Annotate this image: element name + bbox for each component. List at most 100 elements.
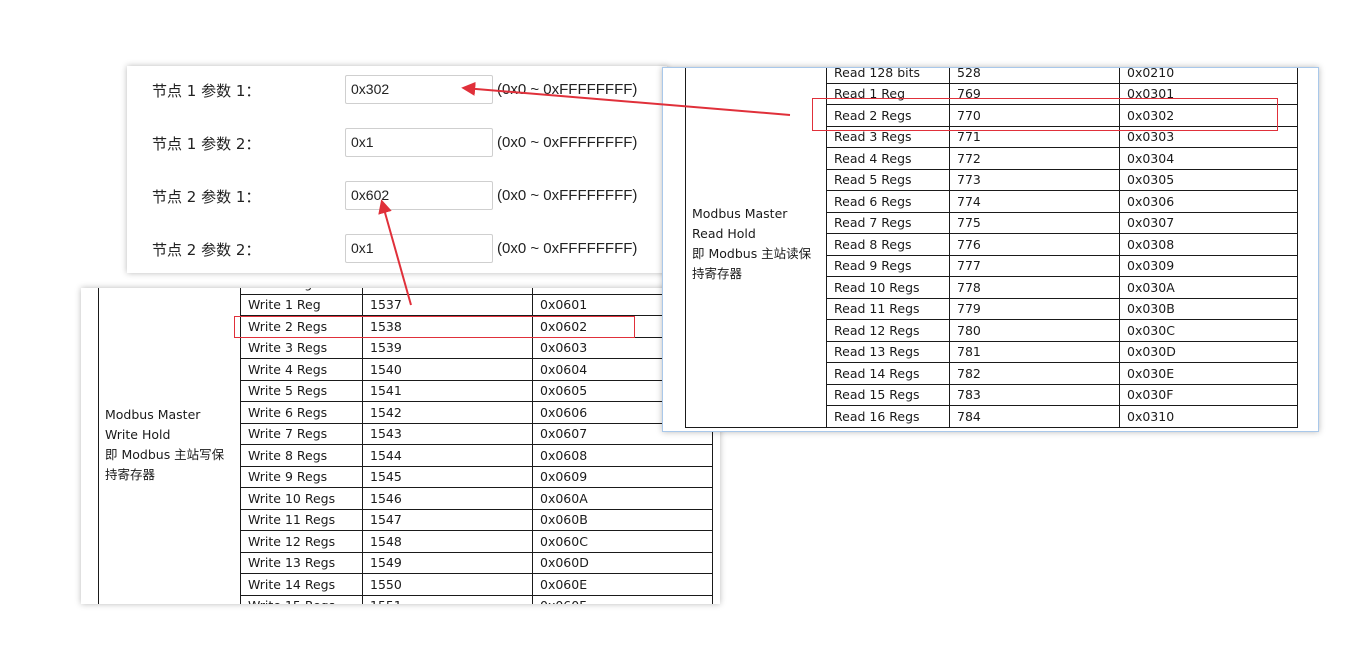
param-range: (0x0 ~ 0xFFFFFFFF) (497, 240, 638, 257)
register-decimal-cell: 773 (949, 168, 1120, 191)
parameter-form: 节点 1 参数 1： 0x302 (0x0 ~ 0xFFFFFFFF) 节点 1… (127, 66, 667, 273)
register-hex-cell: 0x060A (532, 487, 713, 510)
register-decimal-cell: 1537 (362, 293, 533, 316)
register-hex-cell: 0x0304 (1119, 147, 1298, 170)
register-decimal-cell: 777 (949, 254, 1120, 277)
register-name-cell: Read 4 Regs (826, 147, 950, 170)
register-hex-cell: 0x060E (532, 573, 713, 596)
register-name-cell: Read 16 Regs (826, 405, 950, 428)
register-decimal-cell: 770 (949, 104, 1120, 127)
register-hex-cell: 0x030B (1119, 297, 1298, 320)
register-hex-cell: 0x030F (1119, 383, 1298, 406)
register-decimal-cell: 780 (949, 319, 1120, 342)
register-name-cell: Read 9 Regs (826, 254, 950, 277)
register-decimal-cell: 1550 (362, 573, 533, 596)
register-name-cell: Write 14 Regs (240, 573, 363, 596)
register-hex-cell: 0x030D (1119, 340, 1298, 363)
register-name-cell: Write 8 Regs (240, 444, 363, 467)
param-label: 节点 1 参数 1： (152, 82, 261, 100)
register-decimal-cell: 774 (949, 190, 1120, 213)
register-decimal-cell: 1548 (362, 530, 533, 553)
register-hex-cell: 0x0310 (1119, 405, 1298, 428)
register-name-cell: Write 3 Regs (240, 336, 363, 359)
register-decimal-cell: 776 (949, 233, 1120, 256)
register-hex-cell: 0x0306 (1119, 190, 1298, 213)
register-name-cell: Read 14 Regs (826, 362, 950, 385)
register-decimal-cell: 771 (949, 125, 1120, 148)
register-decimal-cell: 783 (949, 383, 1120, 406)
register-decimal-cell: 781 (949, 340, 1120, 363)
register-decimal-cell: 1543 (362, 422, 533, 445)
register-name-cell: Read 1 Reg (826, 82, 950, 105)
register-name-cell: Read 5 Regs (826, 168, 950, 191)
register-name-cell: Write 9 Regs (240, 465, 363, 488)
register-decimal-cell: 528 (949, 68, 1120, 84)
register-name-cell: Write 11 Regs (240, 508, 363, 531)
register-decimal-cell: 779 (949, 297, 1120, 320)
register-decimal-cell: 1542 (362, 401, 533, 424)
register-name-cell: Read 10 Regs (826, 276, 950, 299)
register-decimal-cell: 775 (949, 211, 1120, 234)
register-name-cell: Write 15 Regs (240, 594, 363, 604)
register-hex-cell: 0x0303 (1119, 125, 1298, 148)
register-hex-cell: 0x0307 (1119, 211, 1298, 234)
register-decimal-cell: 1540 (362, 358, 533, 381)
register-hex-cell: 0x0301 (1119, 82, 1298, 105)
register-decimal-cell: 782 (949, 362, 1120, 385)
register-hex-cell: 0x0609 (532, 465, 713, 488)
param-label: 节点 1 参数 2： (152, 135, 261, 153)
register-name-cell: Write 12 Regs (240, 530, 363, 553)
register-decimal-cell: 1545 (362, 465, 533, 488)
register-hex-cell: 0x0608 (532, 444, 713, 467)
param-input-node2-param1[interactable]: 0x602 (345, 181, 493, 210)
register-hex-cell: 0x060C (532, 530, 713, 553)
param-input-node1-param2[interactable]: 0x1 (345, 128, 493, 157)
register-name-cell: Read 6 Regs (826, 190, 950, 213)
param-row-node1-param1: 节点 1 参数 1： 0x302 (0x0 ~ 0xFFFFFFFF) (127, 74, 667, 106)
param-range: (0x0 ~ 0xFFFFFFFF) (497, 81, 638, 98)
register-hex-cell: 0x030C (1119, 319, 1298, 342)
register-name-cell: Read 8 Regs (826, 233, 950, 256)
register-decimal-cell: 1551 (362, 594, 533, 604)
register-hex-cell: 0x0302 (1119, 104, 1298, 127)
register-decimal-cell: 1538 (362, 315, 533, 338)
register-decimal-cell: 772 (949, 147, 1120, 170)
register-name-cell: Read 3 Regs (826, 125, 950, 148)
register-name-cell: Write 5 Regs (240, 379, 363, 402)
register-hex-cell: 0x060D (532, 551, 713, 574)
register-decimal-cell: 769 (949, 82, 1120, 105)
register-decimal-cell: 1544 (362, 444, 533, 467)
register-name-cell: Write 1 Reg (240, 293, 363, 316)
register-name-cell: Write 13 Regs (240, 551, 363, 574)
read-hold-table: Modbus Master Read Hold 即 Modbus 主站读保持寄存… (685, 68, 1298, 428)
register-hex-cell: 0x030E (1119, 362, 1298, 385)
write-hold-table: Modbus Master Write Hold 即 Modbus 主站写保持寄… (98, 288, 713, 604)
register-name-cell: Read 11 Regs (826, 297, 950, 320)
register-hex-cell: 0x0308 (1119, 233, 1298, 256)
register-name-cell: Read 13 Regs (826, 340, 950, 363)
param-row-node2-param2: 节点 2 参数 2： 0x1 (0x0 ~ 0xFFFFFFFF) (127, 233, 667, 265)
register-name-cell: Read 7 Regs (826, 211, 950, 234)
register-hex-cell: 0x060B (532, 508, 713, 531)
register-hex-cell: 0x030A (1119, 276, 1298, 299)
register-decimal-cell: 778 (949, 276, 1120, 299)
register-name-cell: Read 12 Regs (826, 319, 950, 342)
register-name-cell: Read 128 bits (826, 68, 950, 84)
register-name-cell: Read 2 Regs (826, 104, 950, 127)
register-name-cell: Write 10 Regs (240, 487, 363, 510)
write-hold-group-label: Modbus Master Write Hold 即 Modbus 主站写保持寄… (98, 288, 241, 604)
register-name-cell: Read 15 Regs (826, 383, 950, 406)
param-range: (0x0 ~ 0xFFFFFFFF) (497, 187, 638, 204)
read-hold-table-panel: Modbus Master Read Hold 即 Modbus 主站读保持寄存… (662, 67, 1319, 432)
param-label: 节点 2 参数 2： (152, 241, 261, 259)
table-row: Modbus Master Read Hold 即 Modbus 主站读保持寄存… (685, 68, 1298, 428)
param-label: 节点 2 参数 1： (152, 188, 261, 206)
param-row-node1-param2: 节点 1 参数 2： 0x1 (0x0 ~ 0xFFFFFFFF) (127, 127, 667, 159)
param-input-node1-param1[interactable]: 0x302 (345, 75, 493, 104)
param-row-node2-param1: 节点 2 参数 1： 0x602 (0x0 ~ 0xFFFFFFFF) (127, 180, 667, 212)
param-input-node2-param2[interactable]: 0x1 (345, 234, 493, 263)
param-range: (0x0 ~ 0xFFFFFFFF) (497, 134, 638, 151)
register-hex-cell: 0x0309 (1119, 254, 1298, 277)
register-name-cell: Write 2 Regs (240, 315, 363, 338)
register-decimal-cell: 1541 (362, 379, 533, 402)
